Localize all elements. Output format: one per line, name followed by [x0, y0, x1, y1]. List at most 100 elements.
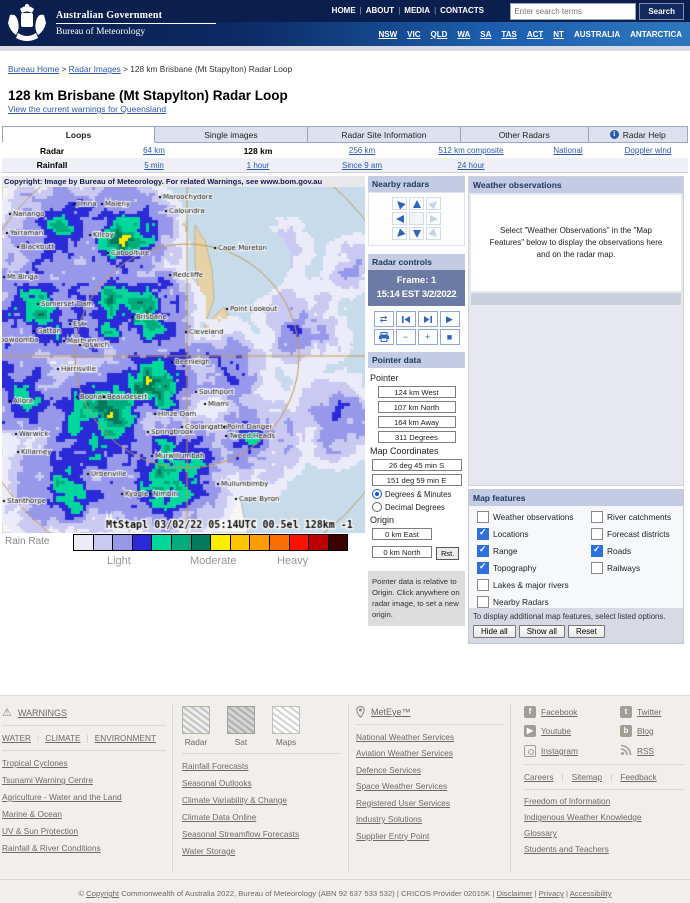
state-nav-nsw[interactable]: NSW — [378, 30, 397, 39]
nearby-radar-ne-button[interactable] — [426, 197, 441, 210]
top-nav-media[interactable]: MEDIA — [404, 6, 430, 15]
footer-link-rainfall-river-conditions[interactable]: Rainfall & River Conditions — [2, 843, 166, 853]
footer-link-defence-services[interactable]: Defence Services — [356, 765, 504, 775]
search-input[interactable] — [510, 3, 636, 20]
current-warnings-link[interactable]: View the current warnings for Queensland — [8, 104, 166, 114]
rainfall-5min-link[interactable]: 5 min — [144, 161, 164, 170]
footer-link-agriculture[interactable]: Agriculture - Water and the Land — [2, 792, 166, 802]
footer-meteye-link[interactable]: MetEye™ — [371, 707, 411, 717]
radar-national-link[interactable]: National — [553, 146, 582, 155]
top-nav-contacts[interactable]: CONTACTS — [440, 6, 484, 15]
footer-link-national-weather-services[interactable]: National Weather Services — [356, 732, 504, 742]
radar-512km-composite-link[interactable]: 512 km composite — [439, 146, 504, 155]
rss-link[interactable]: RSS — [620, 744, 684, 758]
state-nav-tas[interactable]: TAS — [501, 30, 516, 39]
footer-link-students-and-teachers[interactable]: Students and Teachers — [524, 844, 684, 854]
nearby-radar-se-button[interactable] — [426, 227, 441, 240]
footer-link-indigenous-weather-knowledge[interactable]: Indigenous Weather Knowledge — [524, 812, 684, 822]
tab-radar-help[interactable]: iRadar Help — [589, 126, 688, 143]
state-nav-antarctica[interactable]: ANTARCTICA — [630, 30, 682, 39]
state-nav-vic[interactable]: VIC — [407, 30, 420, 39]
sitemap-link[interactable]: Sitemap — [572, 772, 602, 782]
facebook-link[interactable]: fFacebook — [524, 706, 620, 718]
nearby-radars-checkbox[interactable] — [477, 596, 489, 608]
footer-link-water-storage[interactable]: Water Storage — [182, 846, 340, 856]
feature-river-catchments[interactable]: River catchments — [591, 508, 671, 525]
bom-logo[interactable]: Australian Government Bureau of Meteorol… — [6, 3, 216, 43]
degrees-minutes-option[interactable]: Degrees & Minutes — [372, 489, 465, 499]
radar-doppler-wind-link[interactable]: Doppler wind — [625, 146, 672, 155]
instagram-link[interactable]: Instagram — [524, 744, 620, 758]
twitter-link[interactable]: tTwitter — [620, 706, 684, 718]
footer-link-tropical-cyclones[interactable]: Tropical Cyclones — [2, 758, 166, 768]
footer-water-link[interactable]: WATER — [2, 733, 31, 743]
feature-weather-observations[interactable]: Weather observations — [477, 508, 574, 525]
rainfall-since-9am-link[interactable]: Since 9 am — [342, 161, 382, 170]
radar-map-canvas[interactable] — [2, 187, 365, 533]
top-nav-home[interactable]: HOME — [332, 6, 356, 15]
origin-reset-button[interactable]: Rst. — [436, 547, 459, 560]
maps-thumbnail[interactable]: Maps — [272, 706, 300, 747]
degrees-minutes-radio[interactable] — [372, 489, 382, 499]
feature-nearby-radars[interactable]: Nearby Radars — [477, 593, 574, 610]
radar-thumbnail[interactable]: Radar — [182, 706, 210, 747]
footer-link-registered-user-services[interactable]: Registered User Services — [356, 798, 504, 808]
last-frame-button[interactable] — [418, 311, 438, 327]
railways-checkbox[interactable] — [591, 562, 603, 574]
nearby-radar-sw-button[interactable] — [392, 227, 407, 240]
roads-checkbox[interactable] — [591, 545, 603, 557]
footer-link-climate-variability[interactable]: Climate Variability & Change — [182, 795, 340, 805]
print-button[interactable] — [374, 329, 394, 345]
footer-climate-link[interactable]: CLIMATE — [45, 733, 80, 743]
footer-environment-link[interactable]: ENVIRONMENT — [95, 733, 156, 743]
rainfall-1hour-link[interactable]: 1 hour — [247, 161, 270, 170]
weather-observations-checkbox[interactable] — [477, 511, 489, 523]
decimal-degrees-radio[interactable] — [372, 502, 382, 512]
footer-link-freedom-of-information[interactable]: Freedom of Information — [524, 796, 684, 806]
tab-single-images[interactable]: Single images — [155, 126, 308, 143]
state-nav-nt[interactable]: NT — [553, 30, 564, 39]
youtube-link[interactable]: ▶Youtube — [524, 725, 620, 737]
footer-warnings-link[interactable]: WARNINGS — [18, 708, 67, 718]
footer-link-marine-ocean[interactable]: Marine & Ocean — [2, 809, 166, 819]
feature-lakes-rivers[interactable]: Lakes & major rivers — [477, 576, 574, 593]
lakes-rivers-checkbox[interactable] — [477, 579, 489, 591]
rainfall-24hour-link[interactable]: 24 hour — [457, 161, 484, 170]
hide-all-button[interactable]: Hide all — [473, 625, 516, 638]
privacy-link[interactable]: Privacy — [539, 889, 564, 898]
footer-link-uv-sun-protection[interactable]: UV & Sun Protection — [2, 826, 166, 836]
disclaimer-link[interactable]: Disclaimer — [497, 889, 533, 898]
careers-link[interactable]: Careers — [524, 772, 554, 782]
footer-link-climate-data-online[interactable]: Climate Data Online — [182, 812, 340, 822]
footer-link-space-weather-services[interactable]: Space Weather Services — [356, 781, 504, 791]
footer-link-aviation-weather-services[interactable]: Aviation Weather Services — [356, 748, 504, 758]
radar-64km-link[interactable]: 64 km — [143, 146, 165, 155]
forecast-districts-checkbox[interactable] — [591, 528, 603, 540]
feature-range[interactable]: Range — [477, 542, 574, 559]
footer-link-rainfall-forecasts[interactable]: Rainfall Forecasts — [182, 761, 340, 771]
copyright-link[interactable]: Copyright — [86, 889, 119, 898]
show-all-button[interactable]: Show all — [519, 625, 565, 638]
locations-checkbox[interactable] — [477, 528, 489, 540]
feedback-link[interactable]: Feedback — [620, 772, 656, 782]
zoom-out-button[interactable]: − — [396, 329, 416, 345]
topography-checkbox[interactable] — [477, 562, 489, 574]
feature-roads[interactable]: Roads — [591, 542, 671, 559]
play-button[interactable]: ▶ — [440, 311, 460, 327]
tab-other-radars[interactable]: Other Radars — [461, 126, 589, 143]
blog-link[interactable]: bBlog — [620, 725, 684, 737]
state-nav-wa[interactable]: WA — [457, 30, 470, 39]
breadcrumb-radar-images[interactable]: Radar Images — [69, 64, 121, 74]
state-nav-act[interactable]: ACT — [527, 30, 543, 39]
radar-256km-link[interactable]: 256 km — [349, 146, 375, 155]
zoom-in-button[interactable]: + — [418, 329, 438, 345]
feature-forecast-districts[interactable]: Forecast districts — [591, 525, 671, 542]
stop-button[interactable]: ■ — [440, 329, 460, 345]
decimal-degrees-option[interactable]: Decimal Degrees — [372, 502, 465, 512]
nearby-radar-nw-button[interactable] — [392, 197, 407, 210]
nearby-radar-n-button[interactable] — [409, 197, 424, 210]
state-nav-sa[interactable]: SA — [480, 30, 491, 39]
sat-thumbnail[interactable]: Sat — [227, 706, 255, 747]
loop-button[interactable]: ⇄ — [374, 311, 394, 327]
footer-link-seasonal-outlooks[interactable]: Seasonal Outlooks — [182, 778, 340, 788]
